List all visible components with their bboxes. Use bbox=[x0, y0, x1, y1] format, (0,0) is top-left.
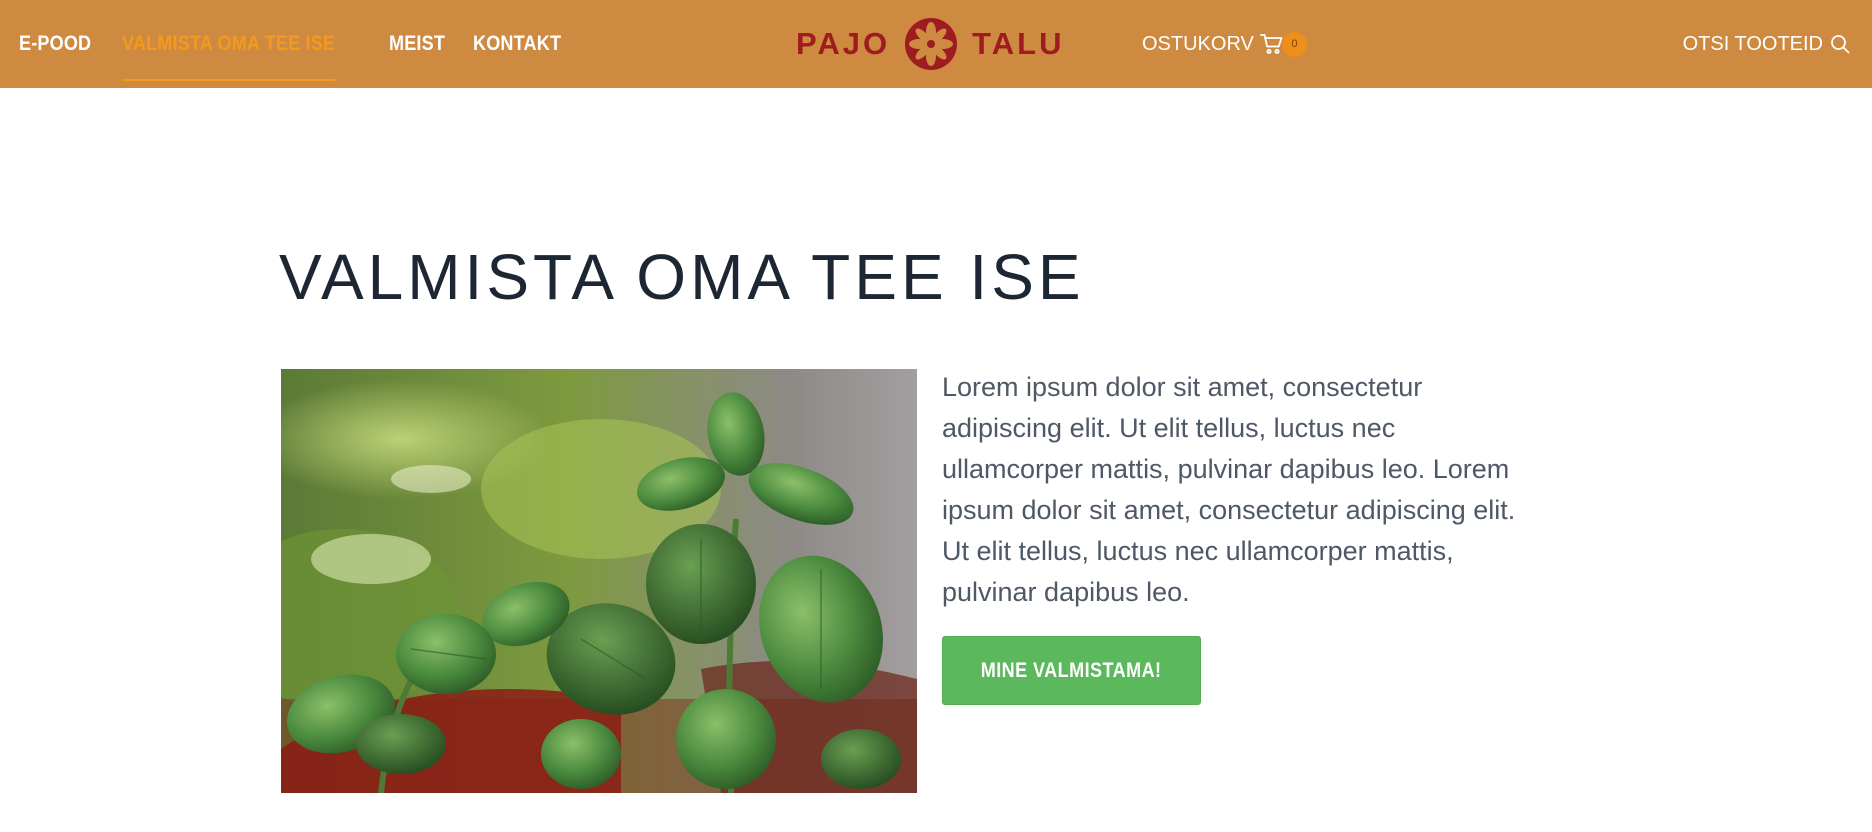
nav-item-kontakt[interactable]: KONTAKT bbox=[473, 0, 561, 88]
cart-link[interactable]: OSTUKORV 0 bbox=[1142, 0, 1307, 88]
main-nav: E-POOD VALMISTA OMA TEE ISE MEIST KONTAK… bbox=[19, 0, 595, 88]
logo-text-left: PAJO bbox=[796, 26, 891, 61]
cart-icon bbox=[1259, 33, 1284, 55]
start-making-button-label: MINE VALMISTAMA! bbox=[981, 658, 1162, 682]
logo-text-right: TALU bbox=[972, 26, 1065, 61]
intro-paragraph: Lorem ipsum dolor sit amet, consectetur … bbox=[942, 372, 1516, 607]
nav-item-e-pood[interactable]: E-POOD bbox=[19, 0, 91, 88]
search-label: OTSI TOOTEID bbox=[1682, 32, 1823, 55]
cart-count-badge: 0 bbox=[1281, 31, 1307, 57]
search-icon bbox=[1830, 34, 1850, 54]
start-making-button[interactable]: MINE VALMISTAMA! bbox=[942, 636, 1201, 705]
mint-plant-photo bbox=[281, 369, 917, 793]
search-toggle[interactable]: OTSI TOOTEID bbox=[1683, 0, 1850, 88]
site-logo[interactable]: PAJO TALU bbox=[796, 0, 1064, 88]
nav-item-meist[interactable]: MEIST bbox=[389, 0, 445, 88]
page-title: VALMISTA OMA TEE ISE bbox=[279, 241, 1085, 313]
nav-item-valmista-oma-tee-ise[interactable]: VALMISTA OMA TEE ISE bbox=[122, 0, 336, 88]
site-header: E-POOD VALMISTA OMA TEE ISE MEIST KONTAK… bbox=[0, 0, 1872, 88]
flower-emblem-icon bbox=[905, 18, 958, 70]
cart-label: OSTUKORV bbox=[1142, 32, 1254, 55]
